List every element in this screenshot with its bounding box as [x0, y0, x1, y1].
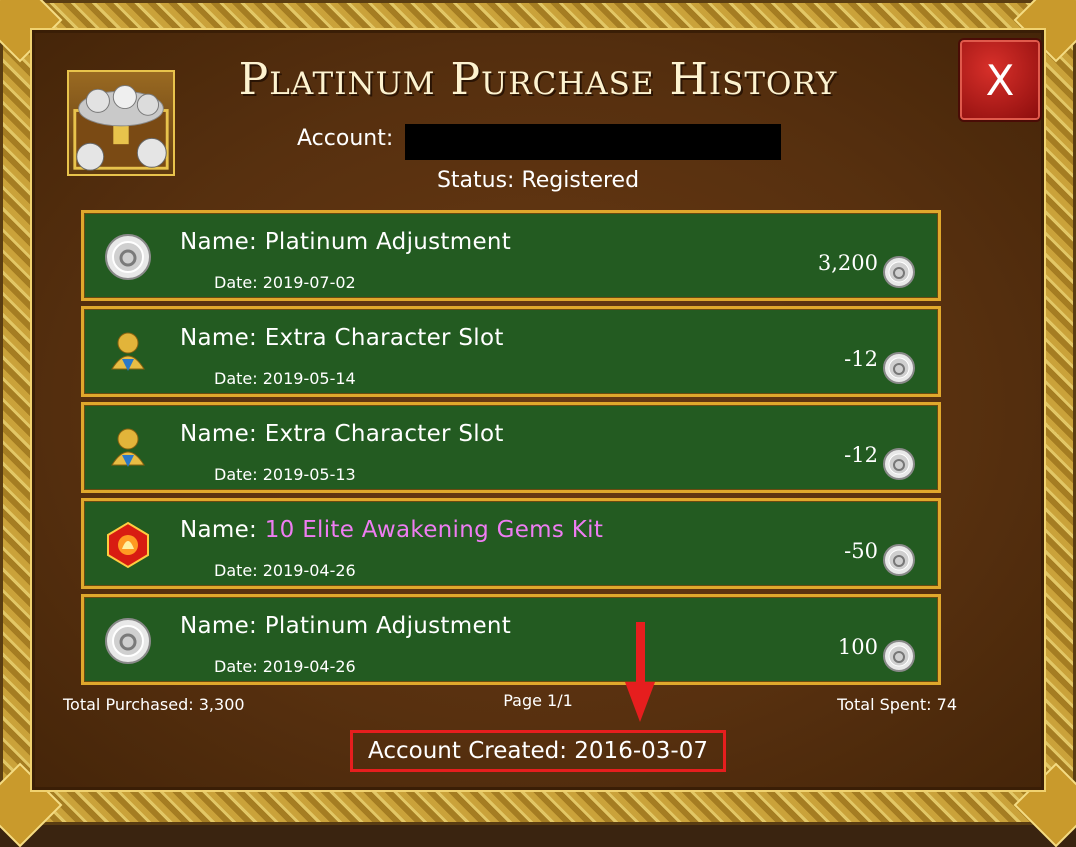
account-status: Status: Registered: [436, 168, 640, 193]
platinum-amount: 3,200: [817, 251, 878, 275]
purchase-row[interactable]: Name: Extra Character Slot Date: 2019-05-…: [81, 402, 941, 493]
platinum-amount: 100: [837, 635, 878, 659]
platinum-coin-icon: [104, 233, 152, 281]
item-name: Name: 10 Elite Awakening Gems Kit: [180, 517, 604, 543]
account-created-highlight: Account Created: 2016-03-07: [350, 730, 726, 772]
total-spent: Total Spent: 74: [837, 695, 957, 714]
item-name: Name: Platinum Adjustment: [180, 613, 512, 639]
account-label: Account:: [297, 126, 394, 151]
purchase-row[interactable]: Name: 10 Elite Awakening Gems Kit Date: 2…: [81, 498, 941, 589]
item-date: Date: 2019-04-26: [214, 657, 356, 676]
purchase-row[interactable]: Name: Platinum Adjustment Date: 2019-07-0…: [81, 210, 941, 301]
purchase-row[interactable]: Name: Platinum Adjustment Date: 2019-04-2…: [81, 594, 941, 685]
character-slot-icon: [104, 425, 152, 473]
item-date: Date: 2019-05-13: [214, 465, 356, 484]
item-name: Name: Platinum Adjustment: [180, 229, 512, 255]
platinum-coin-icon: [882, 543, 916, 577]
platinum-amount: -50: [844, 539, 878, 563]
item-name: Name: Extra Character Slot: [180, 421, 504, 447]
awakening-gem-icon: [104, 521, 152, 569]
item-date: Date: 2019-07-02: [214, 273, 356, 292]
page-title: Platinum Purchase History: [238, 54, 838, 105]
item-date: Date: 2019-04-26: [214, 561, 356, 580]
account-redaction: [405, 124, 781, 160]
platinum-coin-icon: [882, 255, 916, 289]
item-date: Date: 2019-05-14: [214, 369, 356, 388]
platinum-coin-icon: [104, 617, 152, 665]
platinum-coin-icon: [882, 351, 916, 385]
platinum-amount: -12: [844, 443, 878, 467]
account-created-date: Account Created: 2016-03-07: [368, 738, 708, 764]
close-icon[interactable]: X: [986, 56, 1015, 105]
character-slot-icon: [104, 329, 152, 377]
platinum-coin-icon: [882, 447, 916, 481]
close-button[interactable]: X: [958, 38, 1042, 122]
red-arrow-annotation: [625, 622, 655, 722]
purchase-row[interactable]: Name: Extra Character Slot Date: 2019-05-…: [81, 306, 941, 397]
platinum-amount: -12: [844, 347, 878, 371]
platinum-coin-icon: [882, 639, 916, 673]
item-name: Name: Extra Character Slot: [180, 325, 504, 351]
